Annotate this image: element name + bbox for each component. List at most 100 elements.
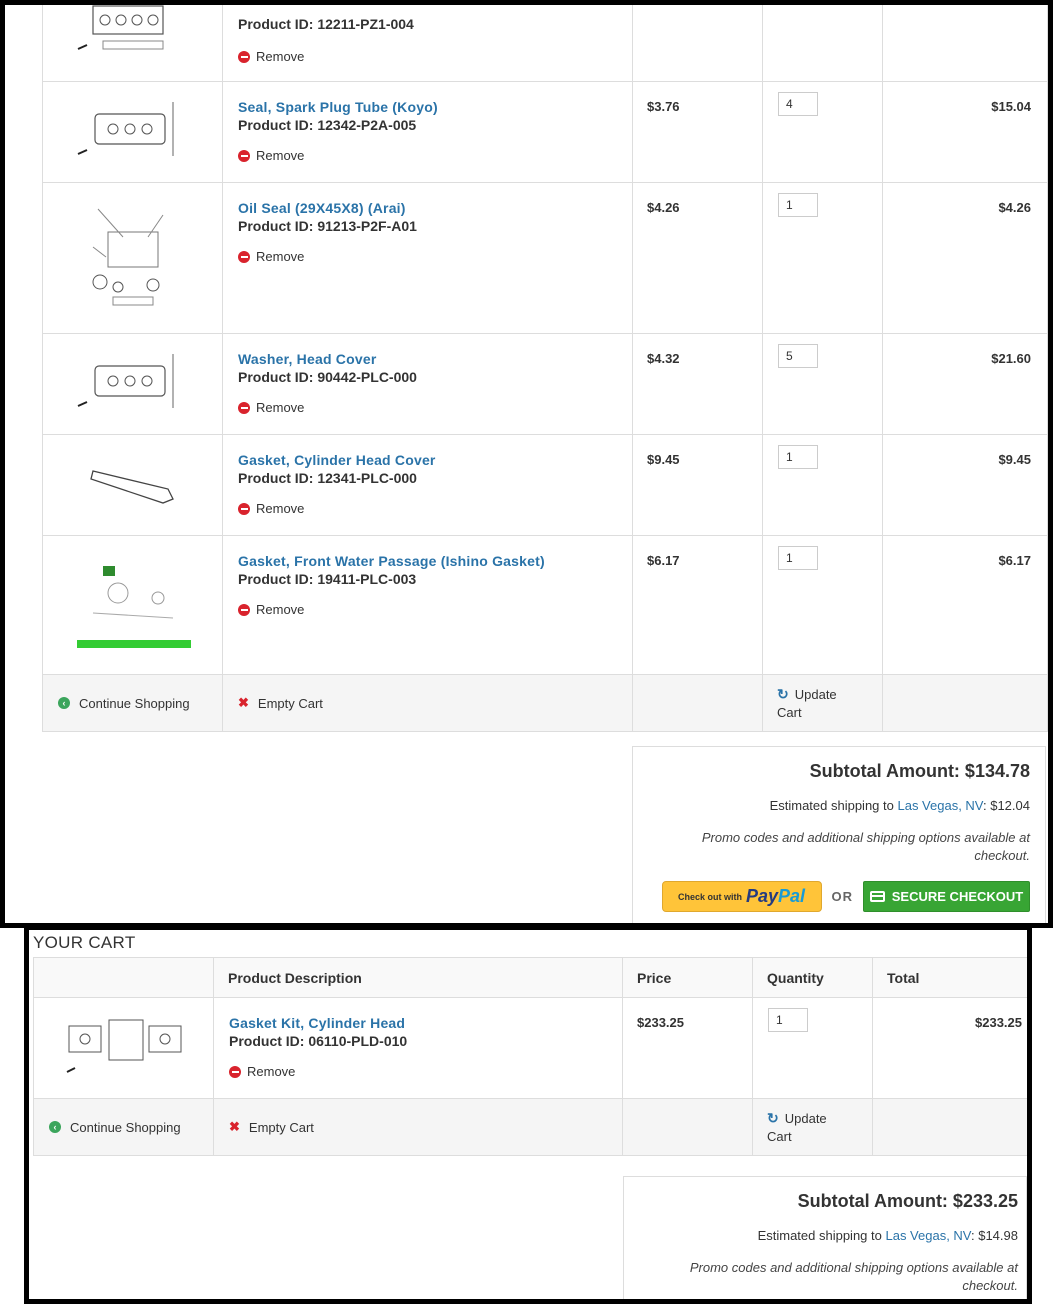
paypal-checkout-button[interactable]: Check out with PayPal (661, 881, 822, 912)
product-id: Product ID: 06110-PLD-010 (229, 1033, 408, 1049)
empty-cart-link[interactable]: ✖ Empty Cart (223, 695, 632, 711)
line-total: $233.25 (872, 997, 1027, 1099)
product-id: Product ID: 91213-P2F-A01 (238, 218, 417, 234)
subtotal-amount: Subtotal Amount: $233.25 (797, 1191, 1018, 1211)
exploded-engine-diagram-icon (92, 208, 163, 306)
table-row: Washer, Head Cover Product ID: 90442-PLC… (42, 333, 1048, 435)
page-title: YOUR CART (33, 933, 136, 952)
remove-link[interactable]: Remove (229, 1064, 607, 1079)
water-passage-diagram-icon (76, 566, 191, 648)
unit-price: $9.45 (632, 434, 763, 536)
product-image[interactable] (42, 5, 223, 82)
column-header-quantity: Quantity (752, 957, 873, 998)
product-image[interactable] (33, 997, 214, 1099)
credit-card-icon (869, 891, 885, 902)
close-icon: ✖ (229, 1119, 240, 1134)
paypal-logo: PayPal (745, 886, 806, 906)
table-row: Gasket Kit, Cylinder Head Product ID: 06… (33, 997, 1027, 1099)
product-image[interactable] (42, 81, 223, 183)
table-row: Gasket, Front Water Passage (Ishino Gask… (42, 535, 1048, 675)
product-image[interactable] (42, 434, 223, 536)
quantity-input[interactable] (768, 1008, 808, 1032)
cart-table: Product ID: 12211-PZ1-004 Remove Seal, S… (42, 5, 1048, 732)
product-id: Product ID: 12342-P2A-005 (238, 117, 417, 133)
or-divider: OR (831, 889, 853, 904)
product-name-link[interactable]: Washer, Head Cover (238, 350, 617, 368)
order-summary: Subtotal Amount: $134.78 Estimated shipp… (632, 746, 1046, 923)
product-name-link[interactable]: Gasket, Cylinder Head Cover (238, 451, 617, 469)
product-id: Product ID: 19411-PLC-003 (238, 571, 417, 587)
subtotal-amount: Subtotal Amount: $134.78 (809, 761, 1030, 781)
remove-link[interactable]: Remove (238, 400, 617, 415)
quantity-input[interactable] (778, 193, 818, 217)
refresh-icon: ↻ (777, 685, 789, 702)
remove-icon (229, 1065, 241, 1078)
product-name-link[interactable]: Gasket, Front Water Passage (Ishino Gask… (238, 552, 617, 570)
secure-checkout-button[interactable]: SECURE CHECKOUT (863, 881, 1030, 912)
line-total: $15.04 (882, 81, 1048, 183)
cart-actions-row: ‹ Continue Shopping ✖ Empty Cart ↻ Update Ca… (33, 1098, 1027, 1156)
engine-head-diagram-icon (77, 5, 164, 50)
cart-table: Product Description Price Quantity Total… (33, 957, 1027, 1156)
column-header-price: Price (622, 957, 753, 998)
remove-link[interactable]: Remove (238, 249, 617, 264)
table-row: Gasket, Cylinder Head Cover Product ID: … (42, 434, 1048, 536)
line-total: $9.45 (882, 434, 1048, 536)
table-row: Seal, Spark Plug Tube (Koyo) Product ID:… (42, 81, 1048, 183)
remove-icon (238, 603, 250, 616)
remove-icon (238, 149, 250, 162)
head-cover-diagram-icon (77, 354, 173, 408)
product-image[interactable] (42, 535, 223, 675)
update-cart-link[interactable]: ↻ Update Cart (763, 685, 882, 722)
estimated-shipping: Estimated shipping to Las Vegas, NV: $12… (769, 798, 1030, 813)
promo-note: Promo codes and additional shipping opti… (701, 830, 1030, 863)
arrow-left-icon: ‹ (58, 697, 70, 709)
order-summary: Subtotal Amount: $233.25 Estimated shipp… (623, 1176, 1027, 1299)
product-name-link[interactable]: Oil Seal (29X45X8) (Arai) (238, 199, 617, 217)
column-header-description: Product Description (213, 957, 623, 998)
quantity-input[interactable] (778, 344, 818, 368)
continue-shopping-link[interactable]: ‹ Continue Shopping (43, 696, 222, 711)
product-id: Product ID: 12211-PZ1-004 (238, 16, 414, 32)
top-cart-panel: Product ID: 12211-PZ1-004 Remove Seal, S… (0, 0, 1053, 928)
product-name-link[interactable]: Gasket Kit, Cylinder Head (229, 1014, 607, 1032)
cart-actions-row: ‹ Continue Shopping ✖ Empty Cart ↻ Update Ca… (42, 674, 1048, 732)
table-row: Product ID: 12211-PZ1-004 Remove (42, 5, 1048, 82)
gasket-kit-diagram-icon (66, 1019, 181, 1073)
head-cover-diagram-icon (77, 102, 173, 156)
quantity-input[interactable] (778, 445, 818, 469)
shipping-location-link[interactable]: Las Vegas, NV (897, 798, 983, 813)
remove-icon (238, 401, 250, 414)
product-name-link[interactable]: Seal, Spark Plug Tube (Koyo) (238, 98, 617, 116)
close-icon: ✖ (238, 695, 249, 710)
line-total: $4.26 (882, 182, 1048, 334)
empty-cart-link[interactable]: ✖ Empty Cart (214, 1119, 622, 1135)
remove-link[interactable]: Remove (238, 501, 617, 516)
arrow-left-icon: ‹ (49, 1121, 61, 1133)
product-id: Product ID: 12341-PLC-000 (238, 470, 417, 486)
product-id: Product ID: 90442-PLC-000 (238, 369, 417, 385)
remove-icon (238, 502, 250, 515)
remove-link[interactable]: Remove (238, 148, 617, 163)
bottom-cart-panel: YOUR CART Product Description Price Quan… (24, 925, 1032, 1304)
unit-price: $233.25 (622, 997, 753, 1099)
quantity-input[interactable] (778, 546, 818, 570)
shipping-location-link[interactable]: Las Vegas, NV (885, 1228, 971, 1243)
promo-note: Promo codes and additional shipping opti… (689, 1260, 1018, 1293)
continue-shopping-link[interactable]: ‹ Continue Shopping (34, 1120, 213, 1135)
table-row: Oil Seal (29X45X8) (Arai) Product ID: 91… (42, 182, 1048, 334)
table-header: Product Description Price Quantity Total (33, 957, 1027, 998)
unit-price: $3.76 (632, 81, 763, 183)
refresh-icon: ↻ (767, 1109, 779, 1126)
remove-icon (238, 50, 250, 63)
quantity-input[interactable] (778, 92, 818, 116)
unit-price: $6.17 (632, 535, 763, 675)
remove-link[interactable]: Remove (238, 602, 617, 617)
gasket-diagram-icon (89, 470, 174, 504)
unit-price: $4.32 (632, 333, 763, 435)
product-image[interactable] (42, 333, 223, 435)
remove-link[interactable]: Remove (238, 49, 617, 64)
column-header-total: Total (872, 957, 1027, 998)
product-image[interactable] (42, 182, 223, 334)
update-cart-link[interactable]: ↻ Update Cart (753, 1109, 872, 1146)
